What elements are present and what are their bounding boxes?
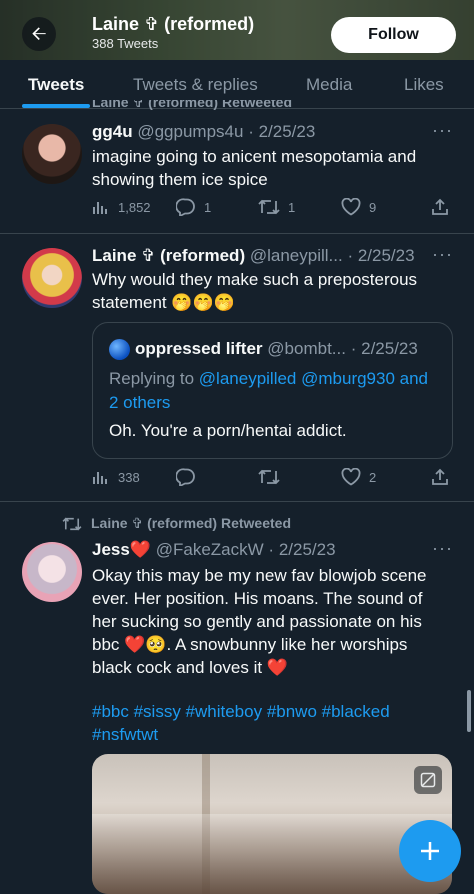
share-action[interactable]	[431, 468, 449, 486]
like-count: 9	[369, 199, 377, 215]
like-action[interactable]: 9	[341, 198, 376, 216]
author-name[interactable]: Jess❤️	[92, 540, 151, 559]
author-handle[interactable]: @ggpumps4u	[137, 122, 243, 141]
avatar[interactable]	[22, 542, 82, 602]
more-icon[interactable]: ···	[432, 120, 453, 141]
tweet-date[interactable]: 2/25/23	[259, 122, 316, 141]
retweet-action[interactable]	[258, 468, 280, 486]
sensitive-media-icon	[420, 772, 436, 788]
tweet-text: Why would they make such a preposterous …	[92, 270, 418, 312]
retweet-icon	[62, 517, 82, 530]
replying-to-others[interactable]: 2 others	[109, 391, 444, 415]
active-tab-indicator	[22, 104, 90, 108]
tweet-header: Laine ✞ (reformed) @laneypill... · 2/25/…	[92, 246, 415, 266]
dot-separator: ·	[350, 339, 357, 358]
views-count: 338	[118, 469, 140, 485]
quoted-header: oppressed lifter @bombt... · 2/25/23	[135, 339, 418, 359]
share-icon	[432, 198, 448, 215]
reply-count: 1	[204, 199, 212, 215]
share-action[interactable]	[431, 198, 449, 216]
avatar[interactable]	[22, 124, 82, 184]
more-icon[interactable]: ···	[432, 538, 453, 559]
like-icon	[341, 468, 361, 486]
dot-separator: ·	[347, 246, 354, 265]
scrollbar[interactable]	[467, 690, 471, 732]
back-arrow-icon	[32, 27, 46, 40]
views-icon	[93, 472, 107, 484]
media-shape	[92, 814, 452, 894]
quoted-avatar	[109, 339, 130, 360]
retweet-context[interactable]: Laine ✞ (reformed) Retweeted	[62, 515, 291, 532]
sensitive-media-button[interactable]	[414, 766, 442, 794]
tweet-divider	[0, 501, 474, 502]
quoted-text: Oh. You're a porn/hentai addict.	[109, 421, 347, 440]
tweet-date[interactable]: 2/25/23	[358, 246, 415, 265]
reply-icon	[176, 468, 195, 486]
hashtags[interactable]: #bbc #sissy #whiteboy #bnwo #blacked #ns…	[92, 700, 442, 746]
share-icon	[432, 468, 448, 485]
dot-separator: ·	[248, 122, 254, 141]
replying-to-users[interactable]: @laneypilled @mburg930 and	[199, 369, 428, 388]
like-action[interactable]: 2	[341, 468, 376, 486]
back-button[interactable]	[22, 17, 56, 51]
retweet-icon	[258, 469, 280, 485]
retweet-action[interactable]: 1	[258, 198, 295, 216]
tab-tweets[interactable]: Tweets	[28, 60, 84, 108]
compose-tweet-button[interactable]	[399, 820, 461, 882]
author-name[interactable]: gg4u	[92, 122, 133, 141]
more-icon[interactable]: ···	[432, 244, 453, 265]
views-action[interactable]: 338	[92, 468, 140, 486]
tweet-text: imagine going to anicent mesopotamia and…	[92, 147, 417, 189]
reply-action[interactable]	[176, 468, 196, 486]
tab-media[interactable]: Media	[306, 60, 352, 108]
views-action[interactable]: 1,852	[92, 198, 151, 216]
quoted-date: 2/25/23	[361, 339, 418, 358]
profile-header: Laine ✞ (reformed) 388 Tweets Follow	[0, 0, 474, 60]
tweet-text: Okay this may be my new fav blowjob scen…	[92, 566, 427, 677]
tweet-count: 388 Tweets	[92, 36, 159, 51]
author-handle[interactable]: @FakeZackW	[156, 540, 264, 559]
compose-plus-icon	[421, 842, 439, 860]
views-icon	[93, 202, 107, 214]
tweet-date[interactable]: 2/25/23	[279, 540, 336, 559]
reply-action[interactable]: 1	[176, 198, 211, 216]
avatar[interactable]	[22, 248, 82, 308]
tweet-media[interactable]	[92, 754, 452, 894]
quoted-tweet[interactable]: oppressed lifter @bombt... · 2/25/23 Rep…	[92, 322, 453, 459]
quoted-author-name: oppressed lifter	[135, 339, 263, 358]
author-handle[interactable]: @laneypill...	[250, 246, 343, 265]
like-icon	[341, 198, 361, 216]
tweet-divider	[0, 233, 474, 234]
tab-likes[interactable]: Likes	[404, 60, 444, 108]
author-name[interactable]: Laine ✞ (reformed)	[92, 246, 245, 265]
partial-retweet-label: Laine ✞ (reformed) Retweeted	[92, 100, 292, 110]
retweet-count: 1	[288, 199, 296, 215]
follow-button[interactable]: Follow	[331, 17, 456, 53]
profile-name: Laine ✞ (reformed)	[92, 14, 255, 34]
quoted-author-handle: @bombt...	[267, 339, 346, 358]
reply-icon	[176, 198, 195, 216]
tweet-header: gg4u @ggpumps4u · 2/25/23	[92, 122, 315, 142]
like-count: 2	[369, 469, 377, 485]
retweet-icon	[258, 199, 280, 215]
views-count: 1,852	[118, 199, 151, 215]
dot-separator: ·	[268, 540, 275, 559]
tweet-header: Jess❤️ @FakeZackW · 2/25/23	[92, 540, 336, 560]
replying-to: Replying to @laneypilled @mburg930 and 2…	[109, 367, 444, 415]
